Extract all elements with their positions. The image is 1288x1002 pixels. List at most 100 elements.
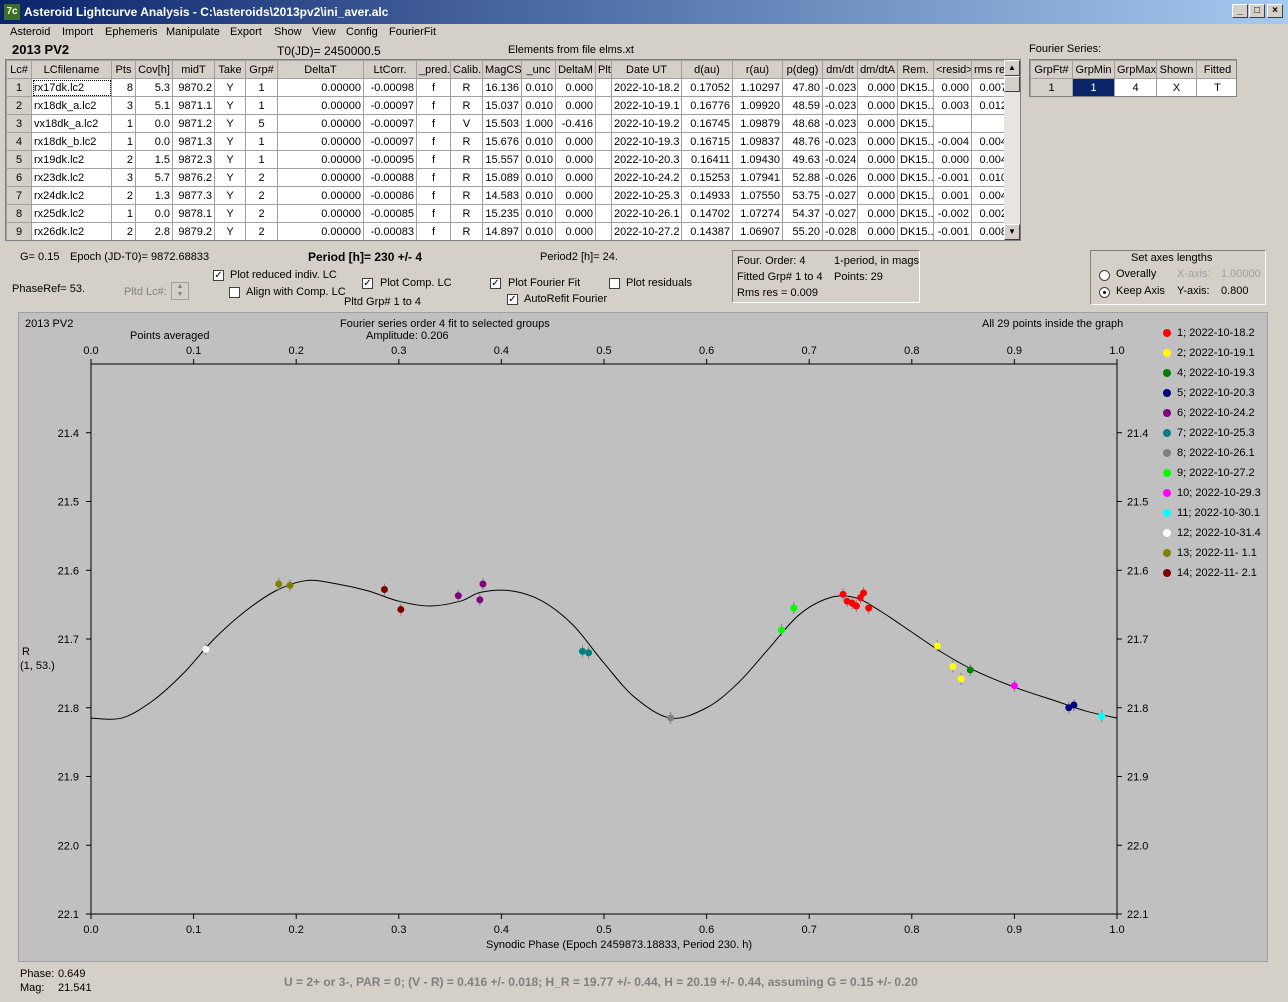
legend-item: 9; 2022-10-27.2	[1163, 467, 1255, 479]
x-tick-label-top: 0.9	[1007, 345, 1022, 357]
legend-item: 2; 2022-10-19.1	[1163, 347, 1255, 359]
plot-object-label: 2013 PV2	[25, 318, 74, 330]
x-tick-label: 0.4	[494, 924, 509, 936]
legend-label: 9; 2022-10-27.2	[1177, 467, 1255, 479]
data-point	[966, 666, 974, 674]
plot-area	[90, 363, 1118, 915]
legend-item: 1; 2022-10-18.2	[1163, 327, 1255, 339]
legend-label: 13; 2022-11- 1.1	[1177, 547, 1257, 559]
mag-value: 21.541	[58, 982, 92, 994]
legend-item: 8; 2022-10-26.1	[1163, 447, 1255, 459]
data-point	[286, 581, 294, 589]
x-tick-label-top: 0.2	[289, 345, 304, 357]
legend-item: 13; 2022-11- 1.1	[1163, 547, 1257, 559]
lightcurve-plot[interactable]: 0.0 0.0 0.1 0.1 0.2 0.2 0.3 0.3 0.4 0.4 0.5 0.5 0.6 0…	[0, 0, 1288, 1002]
legend-item: 10; 2022-10-29.3	[1163, 487, 1261, 499]
x-tick-label: 0.8	[904, 924, 919, 936]
x-tick-label-top: 0.7	[802, 345, 817, 357]
plot-amplitude: Amplitude: 0.206	[366, 330, 449, 342]
legend-marker	[1163, 529, 1171, 538]
data-point	[454, 592, 462, 600]
data-point	[585, 649, 593, 657]
x-tick-label: 1.0	[1109, 924, 1124, 936]
legend-label: 12; 2022-10-31.4	[1177, 527, 1261, 539]
legend-label: 8; 2022-10-26.1	[1177, 447, 1255, 459]
x-tick-label: 0.2	[289, 924, 304, 936]
y-tick-label: 21.7	[58, 634, 79, 646]
legend-label: 2; 2022-10-19.1	[1177, 347, 1255, 359]
legend-label: 1; 2022-10-18.2	[1177, 327, 1255, 339]
legend-label: 4; 2022-10-19.3	[1177, 367, 1255, 379]
y-tick-label: 21.6	[58, 565, 79, 577]
legend-marker	[1163, 489, 1171, 498]
phase-label: Phase:	[20, 968, 55, 980]
y-tick-label-right: 21.7	[1127, 634, 1148, 646]
data-point	[380, 586, 388, 593]
points-inside-label: All 29 points inside the graph	[982, 318, 1124, 330]
x-tick-label-top: 0.1	[186, 345, 201, 357]
y-axis-label: R	[22, 646, 30, 658]
data-point	[777, 626, 785, 634]
data-point	[949, 663, 957, 670]
y-tick-label-right: 21.4	[1127, 428, 1148, 440]
y-tick-label: 22.1	[58, 909, 79, 921]
y-tick-label-right: 22.1	[1127, 909, 1148, 921]
legend-item: 11; 2022-10-30.1	[1163, 507, 1260, 519]
x-tick-label-top: 0.8	[904, 345, 919, 357]
legend-marker	[1163, 389, 1171, 398]
legend-item: 4; 2022-10-19.3	[1163, 367, 1255, 379]
legend-label: 14; 2022-11- 2.1	[1177, 567, 1257, 579]
data-point	[865, 604, 873, 612]
x-tick-label-top: 0.4	[494, 345, 509, 357]
data-point	[933, 642, 941, 650]
data-point	[1070, 701, 1078, 709]
x-tick-label-top: 0.3	[391, 345, 406, 357]
legend-marker	[1163, 329, 1171, 338]
y-tick-label: 22.0	[58, 840, 79, 852]
legend-marker	[1163, 369, 1171, 378]
photometry-summary: U = 2+ or 3-, PAR = 0; (V - R) = 0.416 +…	[284, 975, 918, 989]
data-point	[957, 675, 965, 683]
legend-item: 5; 2022-10-20.3	[1163, 387, 1255, 399]
x-tick-label: 0.0	[83, 924, 98, 936]
y-tick-label-right: 21.6	[1127, 565, 1148, 577]
y-tick-label-right: 21.9	[1127, 772, 1148, 784]
phase-value: 0.649	[58, 968, 86, 980]
legend-marker	[1163, 349, 1171, 358]
data-point	[839, 590, 847, 598]
legend-marker	[1163, 409, 1171, 418]
legend-marker	[1163, 509, 1171, 518]
legend-item: 6; 2022-10-24.2	[1163, 407, 1255, 419]
legend-label: 6; 2022-10-24.2	[1177, 407, 1255, 419]
y-tick-label: 21.8	[58, 703, 79, 715]
data-point	[667, 714, 675, 722]
data-point	[578, 647, 586, 655]
legend-label: 10; 2022-10-29.3	[1177, 487, 1261, 499]
data-point	[860, 589, 868, 597]
plot-fourier-title: Fourier series order 4 fit to selected g…	[340, 318, 550, 330]
legend-marker	[1163, 569, 1171, 578]
data-point	[1098, 712, 1106, 720]
x-tick-label: 0.5	[596, 924, 611, 936]
x-tick-label-top: 0.5	[596, 345, 611, 357]
y-tick-label: 21.4	[58, 428, 79, 440]
data-point	[790, 604, 798, 612]
legend-item: 14; 2022-11- 2.1	[1163, 567, 1257, 579]
x-tick-label: 0.1	[186, 924, 201, 936]
legend-marker	[1163, 449, 1171, 458]
data-point	[397, 605, 405, 613]
y-tick-label-right: 22.0	[1127, 840, 1148, 852]
legend-marker	[1163, 469, 1171, 478]
x-tick-label-top: 0.6	[699, 345, 714, 357]
x-tick-label: 0.9	[1007, 924, 1022, 936]
y-axis-sublabel: (1, 53.)	[20, 660, 55, 672]
legend-item: 12; 2022-10-31.4	[1163, 527, 1261, 539]
y-tick-label: 21.5	[58, 497, 79, 509]
data-point	[1010, 682, 1018, 690]
data-point	[479, 580, 487, 588]
data-point	[202, 645, 210, 653]
legend-label: 11; 2022-10-30.1	[1177, 507, 1260, 519]
x-axis-label: Synodic Phase (Epoch 2459873.18833, Peri…	[486, 939, 753, 951]
legend-marker	[1163, 549, 1171, 558]
y-tick-label-right: 21.5	[1127, 497, 1148, 509]
